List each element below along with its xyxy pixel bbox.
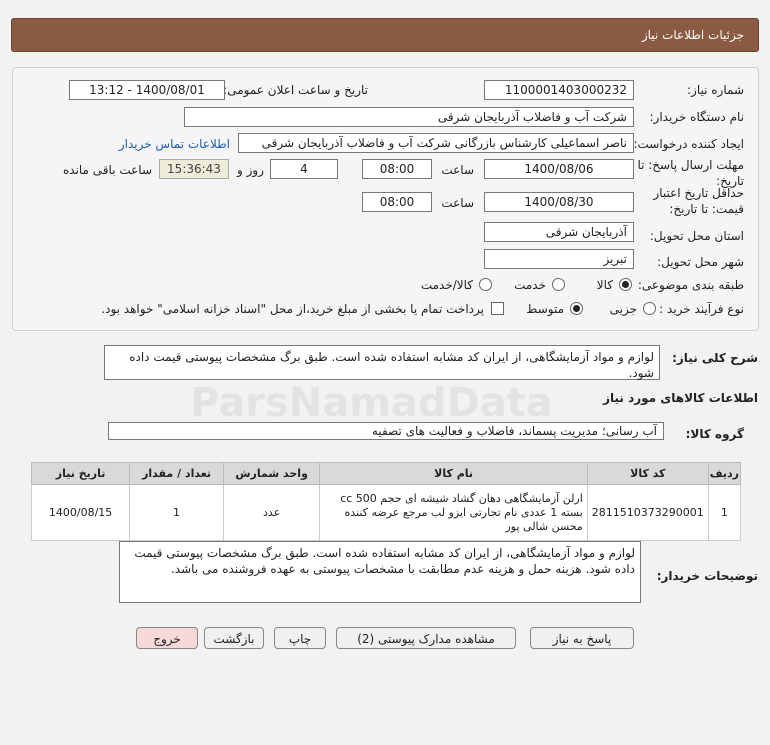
col-header-row: ردیف bbox=[707, 462, 742, 485]
city-field: تبریز bbox=[484, 249, 634, 269]
days-field: 4 bbox=[270, 159, 338, 179]
buyer-org-field: شرکت آب و فاضلاب آذربایجان شرقی bbox=[184, 107, 634, 127]
creator-field: ناصر اسماعیلی کارشناس بازرگانی شرکت آب و… bbox=[238, 133, 634, 153]
attachments-button[interactable]: مشاهده مدارک پیوستی (2) bbox=[336, 627, 516, 649]
need-info-panel: شماره نیاز: 1100001403000232 تاریخ و ساع… bbox=[12, 67, 759, 331]
province-label: استان محل تحویل: bbox=[649, 229, 744, 243]
page-header: جزئیات اطلاعات نیاز bbox=[11, 18, 759, 52]
exit-button[interactable]: خروج bbox=[136, 627, 198, 649]
cell-unit: عدد bbox=[222, 484, 321, 541]
print-button[interactable]: چاپ bbox=[274, 627, 326, 649]
category-option-goods: کالا bbox=[596, 278, 613, 292]
validity-label-2: قیمت: تا تاریخ: bbox=[669, 202, 744, 216]
cell-code: 2811510373290001 bbox=[586, 484, 709, 541]
category-radio-service[interactable] bbox=[552, 278, 565, 291]
buyer-contact-link[interactable]: اطلاعات تماس خریدار bbox=[119, 136, 230, 152]
table-header-row: ردیف کد کالا نام کالا واحد شمارش تعداد /… bbox=[30, 462, 742, 485]
validity-time-field: 08:00 bbox=[362, 192, 432, 212]
table-row: 1 2811510373290001 ارلن آزمایشگاهی دهان … bbox=[30, 484, 742, 541]
col-header-name: نام کالا bbox=[319, 462, 588, 485]
col-header-unit: واحد شمارش bbox=[222, 462, 321, 485]
category-option-both: کالا/خدمت bbox=[420, 278, 473, 292]
validity-label-1: حداقل تاریخ اعتبار bbox=[653, 186, 744, 200]
items-table: ردیف کد کالا نام کالا واحد شمارش تعداد /… bbox=[30, 462, 742, 541]
page-title: جزئیات اطلاعات نیاز bbox=[641, 28, 744, 42]
deadline-time-field: 08:00 bbox=[362, 159, 432, 179]
announce-label: تاریخ و ساعت اعلان عمومی: bbox=[223, 83, 368, 97]
cell-date: 1400/08/15 bbox=[30, 484, 131, 541]
process-option-minor: جزیی bbox=[609, 302, 637, 316]
category-radio-both[interactable] bbox=[479, 278, 492, 291]
need-number-label: شماره نیاز: bbox=[687, 83, 744, 97]
announce-field: 1400/08/01 - 13:12 bbox=[69, 80, 225, 100]
deadline-time-label: ساعت bbox=[441, 163, 474, 177]
col-header-code: کد کالا bbox=[586, 462, 709, 485]
category-option-service: خدمت bbox=[514, 278, 546, 292]
process-radio-medium[interactable] bbox=[570, 302, 583, 315]
category-label: طبقه بندی موضوعی: bbox=[637, 278, 744, 292]
cell-name: ارلن آزمایشگاهی دهان گشاد شیشه ای حجم cc… bbox=[319, 484, 588, 541]
reply-button[interactable]: پاسخ به نیاز bbox=[530, 627, 634, 649]
col-header-qty: تعداد / مقدار bbox=[129, 462, 224, 485]
buyer-notes-field: لوازم و مواد آزمایشگاهی، از ایران کد مشا… bbox=[119, 541, 641, 603]
days-label: روز و bbox=[237, 163, 264, 177]
goods-group-field: آب رسانی؛ مدیریت پسماند، فاضلاب و فعالیت… bbox=[108, 422, 664, 440]
deadline-date-field: 1400/08/06 bbox=[484, 159, 634, 179]
buyer-notes-label: توضیحات خریدار: bbox=[656, 569, 758, 583]
payment-note: پرداخت تمام یا بخشی از مبلغ خرید،از محل … bbox=[101, 302, 484, 316]
goods-group-label: گروه کالا: bbox=[685, 427, 744, 441]
summary-field: لوازم و مواد آزمایشگاهی، از ایران کد مشا… bbox=[104, 345, 660, 380]
cell-qty: 1 bbox=[129, 484, 224, 541]
remaining-label: ساعت باقی مانده bbox=[62, 163, 152, 177]
creator-label: ایجاد کننده درخواست: bbox=[633, 137, 744, 151]
remaining-time-field: 15:36:43 bbox=[159, 159, 229, 179]
process-option-medium: متوسط bbox=[526, 302, 564, 316]
watermark: ParsNamadData bbox=[190, 380, 553, 426]
city-label: شهر محل تحویل: bbox=[657, 255, 744, 269]
buyer-org-label: نام دستگاه خریدار: bbox=[649, 110, 745, 124]
goods-section-title: اطلاعات کالاهای مورد نیاز bbox=[603, 391, 758, 405]
process-label: نوع فرآیند خرید : bbox=[659, 302, 744, 316]
deadline-label-1: مهلت ارسال پاسخ: تا bbox=[637, 158, 744, 172]
category-radio-goods[interactable] bbox=[619, 278, 632, 291]
cell-row: 1 bbox=[707, 484, 742, 541]
treasury-checkbox[interactable] bbox=[491, 302, 504, 315]
validity-time-label: ساعت bbox=[441, 196, 474, 210]
summary-label: شرح کلی نیاز: bbox=[672, 351, 758, 365]
validity-date-field: 1400/08/30 bbox=[484, 192, 634, 212]
province-field: آذربایجان شرقی bbox=[484, 222, 634, 242]
back-button[interactable]: بازگشت bbox=[204, 627, 264, 649]
need-number-field: 1100001403000232 bbox=[484, 80, 634, 100]
process-radio-minor[interactable] bbox=[643, 302, 656, 315]
col-header-date: تاریخ نیاز bbox=[30, 462, 131, 485]
